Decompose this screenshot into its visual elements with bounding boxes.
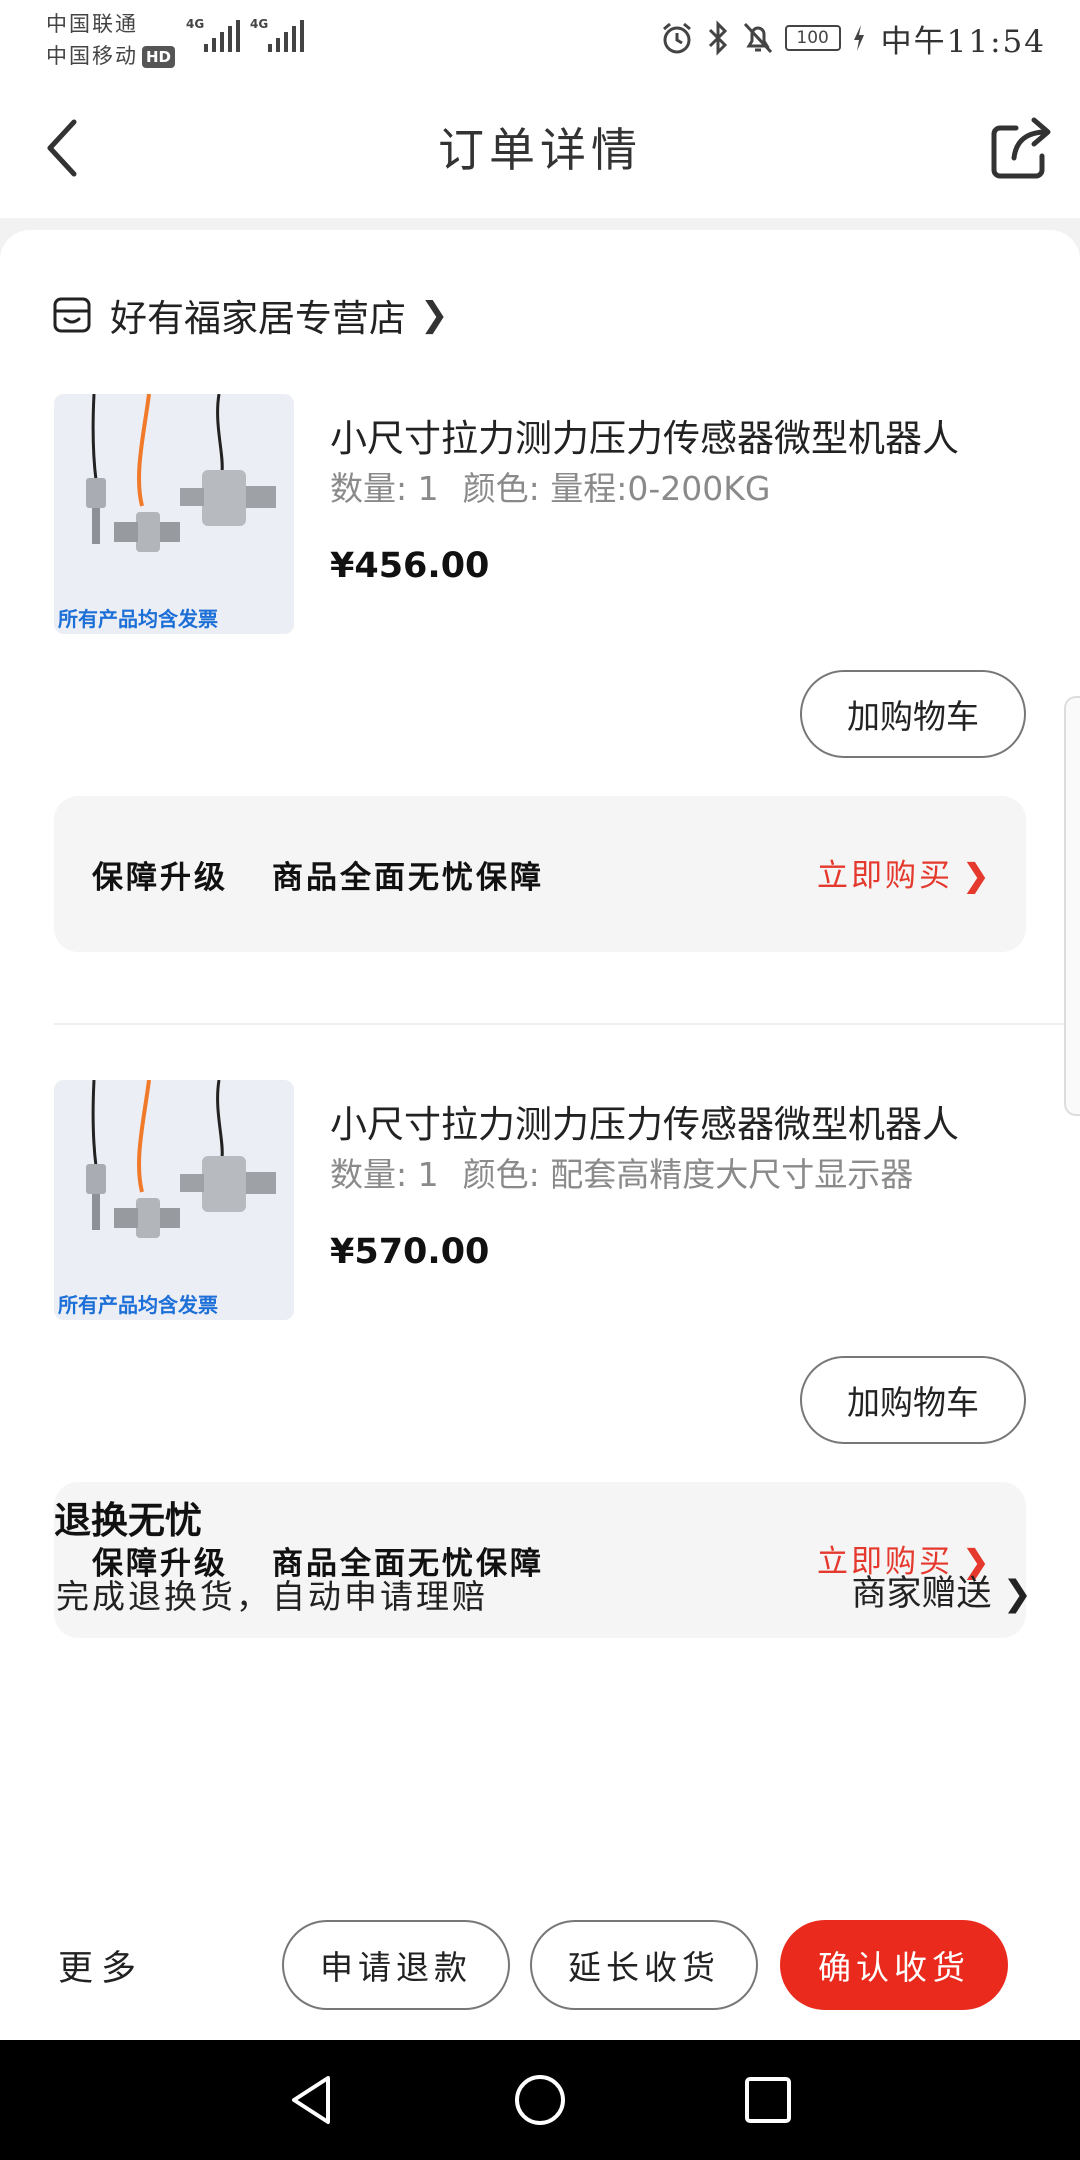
- add-to-cart-button[interactable]: 加购物车: [800, 670, 1026, 758]
- return-section-title: 退换无忧: [54, 1499, 202, 1542]
- share-button[interactable]: [986, 112, 1058, 184]
- status-bar: 中国联通 中国移动 HD 4G 4G 100 中午11:54: [0, 0, 1080, 76]
- confirm-receipt-button[interactable]: 确认收货: [780, 1920, 1008, 2010]
- status-right: 100 中午11:54: [659, 16, 1046, 60]
- product-image[interactable]: 所有产品均含发票: [54, 1080, 294, 1320]
- image-caption: 所有产品均含发票: [58, 607, 218, 631]
- scroll-indicator[interactable]: [1064, 696, 1080, 1116]
- signal-4g-icon: 4G: [186, 17, 240, 52]
- guarantee-label: 保障升级: [92, 860, 228, 896]
- signal-4g-2-icon: 4G: [250, 17, 304, 52]
- product-variant: 颜色: 配套高精度大尺寸显示器: [462, 1155, 914, 1194]
- order-card: 好有福家居专营店 ❯ 所有产品均含发票 小尺寸拉力测力压力传感器微型机器人 数量…: [0, 230, 1080, 1890]
- store-link[interactable]: 好有福家居专营店 ❯: [52, 290, 449, 340]
- system-nav-bar: [0, 2040, 1080, 2160]
- buy-now-link[interactable]: 立即购买 ❯: [817, 850, 992, 895]
- clock: 中午11:54: [880, 23, 1046, 60]
- extend-receipt-button[interactable]: 延长收货: [530, 1920, 758, 2010]
- product-qty: 数量: 1: [330, 1155, 439, 1194]
- store-icon: [53, 297, 91, 333]
- chevron-right-icon: ❯: [963, 858, 992, 894]
- product-image[interactable]: 所有产品均含发票: [54, 394, 294, 634]
- more-button[interactable]: 更多: [58, 1940, 144, 1991]
- product-price: ¥456.00: [330, 546, 490, 586]
- divider: [54, 1023, 1080, 1025]
- product-price: ¥570.00: [330, 1232, 490, 1272]
- nav-back-icon[interactable]: [282, 2070, 342, 2130]
- nav-recents-icon[interactable]: [738, 2070, 798, 2130]
- guarantee-desc: 商品全面无忧保障: [272, 860, 544, 896]
- page-title: 订单详情: [438, 123, 642, 177]
- product-qty: 数量: 1: [330, 469, 439, 508]
- product-spec: 数量: 1 颜色: 配套高精度大尺寸显示器: [330, 1148, 913, 1196]
- product-title[interactable]: 小尺寸拉力测力压力传感器微型机器人: [330, 408, 1010, 462]
- product-title[interactable]: 小尺寸拉力测力压力传感器微型机器人: [330, 1094, 1010, 1148]
- chevron-right-icon: ❯: [1002, 1574, 1032, 1614]
- nav-home-icon[interactable]: [510, 2070, 570, 2130]
- network-2-label: 4G: [250, 17, 268, 31]
- carrier-2: 中国移动 HD: [46, 40, 176, 70]
- product-item[interactable]: 所有产品均含发票 小尺寸拉力测力压力传感器微型机器人 数量: 1 颜色: 配套高精…: [54, 1080, 1026, 1450]
- carrier-1: 中国联通: [46, 12, 138, 36]
- product-item[interactable]: 所有产品均含发票 小尺寸拉力测力压力传感器微型机器人 数量: 1 颜色: 量程:0…: [54, 394, 1026, 764]
- product-variant: 颜色: 量程:0-200KG: [462, 469, 771, 508]
- bluetooth-icon: [708, 20, 727, 56]
- charging-icon: [853, 25, 864, 51]
- product-spec: 数量: 1 颜色: 量程:0-200KG: [330, 462, 770, 510]
- image-caption: 所有产品均含发票: [58, 1293, 218, 1317]
- add-to-cart-button[interactable]: 加购物车: [800, 1356, 1026, 1444]
- guarantee-banner[interactable]: 保障升级 商品全面无忧保障 立即购买 ❯: [54, 796, 1026, 952]
- chevron-right-icon: ❯: [420, 295, 449, 335]
- bell-off-icon: [743, 22, 772, 54]
- bottom-action-bar: 更多 申请退款 延长收货 确认收货: [0, 1890, 1080, 2040]
- network-1-label: 4G: [186, 17, 204, 31]
- store-name: 好有福家居专营店: [110, 297, 406, 340]
- sensor-product-image: [54, 1080, 294, 1320]
- battery-indicator: 100: [784, 25, 841, 51]
- alarm-icon: [662, 22, 691, 54]
- merchant-gift-link[interactable]: 商家赠送 ❯: [852, 1565, 1032, 1616]
- sensor-product-image: [54, 394, 294, 634]
- return-section-desc: 完成退换货，自动申请理赔: [56, 1577, 488, 1616]
- header: 订单详情: [0, 76, 1080, 218]
- refund-button[interactable]: 申请退款: [282, 1920, 510, 2010]
- hd-badge: HD: [142, 46, 176, 68]
